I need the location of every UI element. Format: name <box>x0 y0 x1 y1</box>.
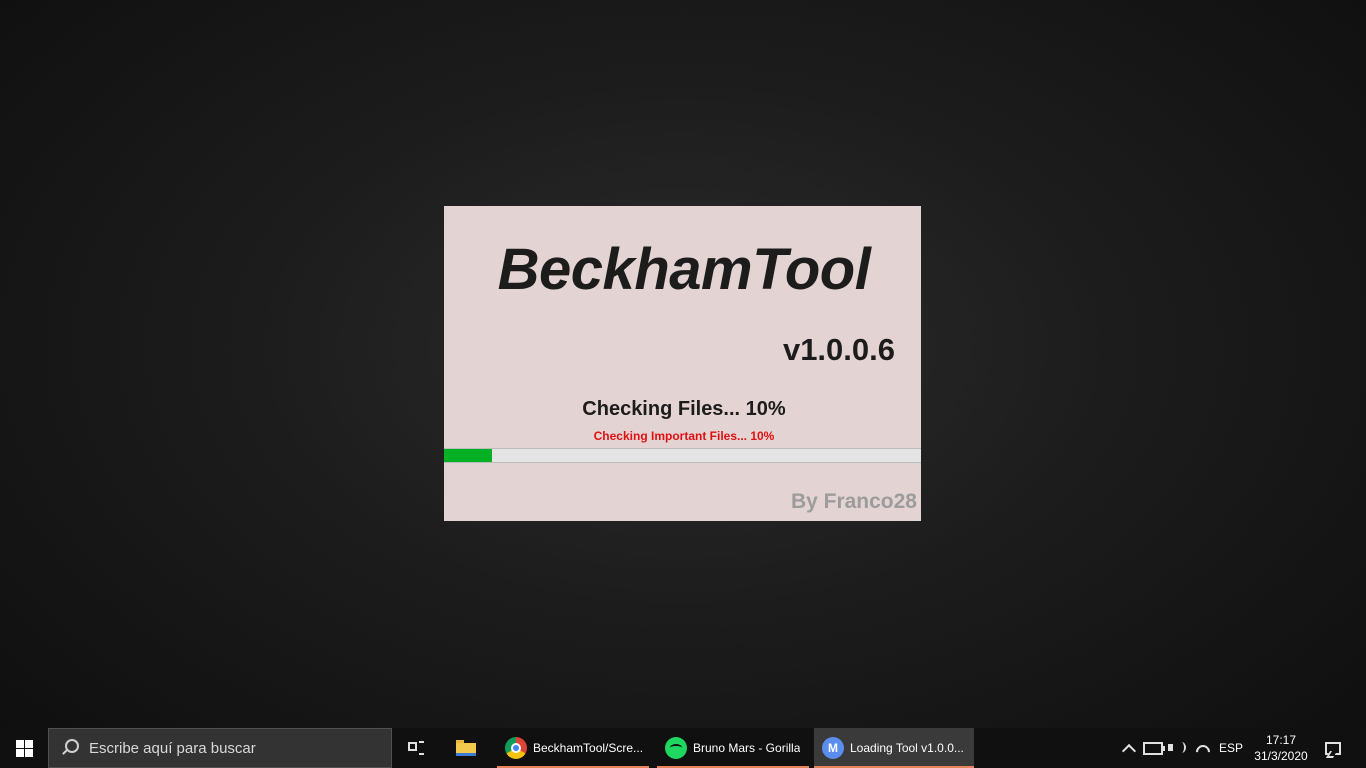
volume-button[interactable] <box>1166 728 1188 768</box>
progress-bar <box>444 448 921 463</box>
progress-bar-fill <box>444 449 492 462</box>
task-view-icon <box>408 741 424 755</box>
battery-icon <box>1143 741 1165 755</box>
taskbar-app-loading-tool[interactable]: M Loading Tool v1.0.0... <box>814 728 974 768</box>
show-hidden-icons-button[interactable] <box>1118 728 1140 768</box>
folder-icon <box>456 740 476 756</box>
clock-time: 17:17 <box>1265 733 1297 747</box>
loading-substatus: Checking Important Files... 10% <box>593 429 775 443</box>
taskbar: BeckhamTool/Scre... Bruno Mars - Gorilla… <box>0 728 1366 768</box>
clock-date: 31/3/2020 <box>1254 749 1308 763</box>
search-box[interactable] <box>48 728 392 768</box>
wifi-icon <box>1195 741 1211 755</box>
taskbar-app-label: Bruno Mars - Gorilla <box>693 741 801 755</box>
app-version: v1.0.0.6 <box>782 332 895 367</box>
taskbar-app-chrome[interactable]: BeckhamTool/Scre... <box>497 728 649 768</box>
search-input[interactable] <box>87 738 381 758</box>
chevron-up-icon <box>1121 743 1137 759</box>
windows-logo-icon <box>15 739 33 757</box>
search-icon <box>61 739 79 757</box>
language-label: ESP <box>1218 741 1243 755</box>
task-view-button[interactable] <box>392 728 440 768</box>
splash-window: BeckhamTool v1.0.0.6 Checking Files... 1… <box>444 206 921 521</box>
desktop-background: BeckhamTool v1.0.0.6 Checking Files... 1… <box>0 0 1366 728</box>
taskbar-app-label: BeckhamTool/Scre... <box>533 741 644 755</box>
start-button[interactable] <box>0 728 48 768</box>
motorola-icon: M <box>822 737 844 759</box>
network-button[interactable] <box>1192 728 1214 768</box>
taskbar-app-spotify[interactable]: Bruno Mars - Gorilla <box>657 728 809 768</box>
battery-button[interactable] <box>1142 728 1165 768</box>
spotify-icon <box>665 737 687 759</box>
app-title: BeckhamTool <box>497 237 871 302</box>
speaker-icon <box>1168 740 1186 756</box>
clock-button[interactable]: 17:17 31/3/2020 <box>1250 728 1312 768</box>
input-language-button[interactable]: ESP <box>1216 728 1246 768</box>
loading-status: Checking Files... 10% <box>582 398 786 420</box>
author-credit: By Franco28 <box>790 490 917 513</box>
notification-icon <box>1325 741 1341 755</box>
action-center-button[interactable] <box>1316 728 1350 768</box>
file-explorer-button[interactable] <box>442 728 490 768</box>
chrome-icon <box>505 737 527 759</box>
taskbar-app-label: Loading Tool v1.0.0... <box>850 741 964 755</box>
